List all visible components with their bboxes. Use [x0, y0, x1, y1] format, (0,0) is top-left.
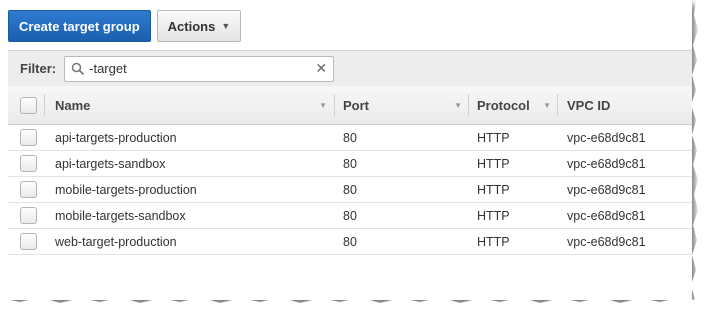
table-header: Name ▼ Port ▼ Protocol ▼ VPC ID: [8, 86, 692, 125]
row-checkbox[interactable]: [20, 181, 37, 198]
column-header-protocol-label: Protocol: [477, 97, 530, 113]
sort-icon: ▼: [319, 100, 327, 110]
sort-icon: ▼: [454, 100, 462, 110]
chevron-down-icon: ▼: [221, 21, 231, 31]
cell-protocol: HTTP: [477, 208, 510, 223]
table-row[interactable]: mobile-targets-production 80 HTTP vpc-e6…: [8, 177, 692, 203]
table-row[interactable]: web-target-production 80 HTTP vpc-e68d9c…: [8, 229, 692, 255]
cell-name: web-target-production: [55, 234, 177, 249]
filter-value: -target: [89, 61, 127, 76]
actions-button[interactable]: Actions ▼: [156, 10, 242, 42]
cell-port: 80: [343, 130, 357, 145]
column-header-name-label: Name: [55, 97, 91, 113]
cell-port: 80: [343, 156, 357, 171]
filter-input[interactable]: -target ✕: [64, 55, 335, 82]
cell-protocol: HTTP: [477, 156, 510, 171]
row-checkbox-cell: [20, 151, 37, 176]
column-divider: [44, 94, 45, 116]
row-checkbox[interactable]: [20, 233, 37, 250]
screenshot-panel: Create target group Actions ▼ Filter: -t…: [0, 0, 692, 300]
cell-protocol: HTTP: [477, 130, 510, 145]
filter-bar: Filter: -target ✕: [8, 50, 692, 87]
filter-label: Filter:: [20, 61, 57, 76]
target-groups-table: Name ▼ Port ▼ Protocol ▼ VPC ID api-targ…: [8, 86, 692, 255]
actions-label: Actions: [167, 18, 216, 34]
column-header-vpc[interactable]: VPC ID: [567, 86, 610, 124]
row-checkbox[interactable]: [20, 155, 37, 172]
row-checkbox-cell: [20, 203, 37, 228]
cell-port: 80: [343, 208, 357, 223]
row-checkbox-cell: [20, 229, 37, 254]
toolbar: Create target group Actions ▼: [8, 10, 242, 42]
row-checkbox[interactable]: [20, 207, 37, 224]
sort-icon: ▼: [543, 100, 551, 110]
column-header-name[interactable]: Name ▼: [55, 86, 333, 124]
row-checkbox[interactable]: [20, 129, 37, 146]
close-icon[interactable]: ✕: [315, 60, 327, 77]
column-header-port[interactable]: Port ▼: [343, 86, 468, 124]
create-target-group-button[interactable]: Create target group: [8, 10, 151, 42]
cell-port: 80: [343, 182, 357, 197]
column-header-vpc-label: VPC ID: [567, 97, 611, 113]
cell-name: mobile-targets-production: [55, 182, 197, 197]
table-row[interactable]: api-targets-production 80 HTTP vpc-e68d9…: [8, 125, 692, 151]
column-header-port-label: Port: [343, 97, 369, 113]
cell-vpc: vpc-e68d9c81: [567, 208, 646, 223]
cell-protocol: HTTP: [477, 182, 510, 197]
table-row[interactable]: api-targets-sandbox 80 HTTP vpc-e68d9c81: [8, 151, 692, 177]
cell-protocol: HTTP: [477, 234, 510, 249]
cell-name: mobile-targets-sandbox: [55, 208, 186, 223]
row-checkbox-cell: [20, 125, 37, 150]
search-icon: [71, 62, 85, 75]
create-target-group-label: Create target group: [19, 18, 140, 34]
cell-vpc: vpc-e68d9c81: [567, 234, 646, 249]
table-row[interactable]: mobile-targets-sandbox 80 HTTP vpc-e68d9…: [8, 203, 692, 229]
table-body: api-targets-production 80 HTTP vpc-e68d9…: [8, 125, 692, 255]
select-all-cell: [20, 86, 37, 124]
row-checkbox-cell: [20, 177, 37, 202]
cell-vpc: vpc-e68d9c81: [567, 182, 646, 197]
select-all-checkbox[interactable]: [20, 96, 37, 114]
cell-name: api-targets-production: [55, 130, 177, 145]
cell-vpc: vpc-e68d9c81: [567, 130, 646, 145]
column-header-protocol[interactable]: Protocol ▼: [477, 86, 557, 124]
cell-port: 80: [343, 234, 357, 249]
column-divider: [557, 94, 558, 116]
column-divider: [334, 94, 335, 116]
cell-name: api-targets-sandbox: [55, 156, 166, 171]
cell-vpc: vpc-e68d9c81: [567, 156, 646, 171]
column-divider: [468, 94, 469, 116]
